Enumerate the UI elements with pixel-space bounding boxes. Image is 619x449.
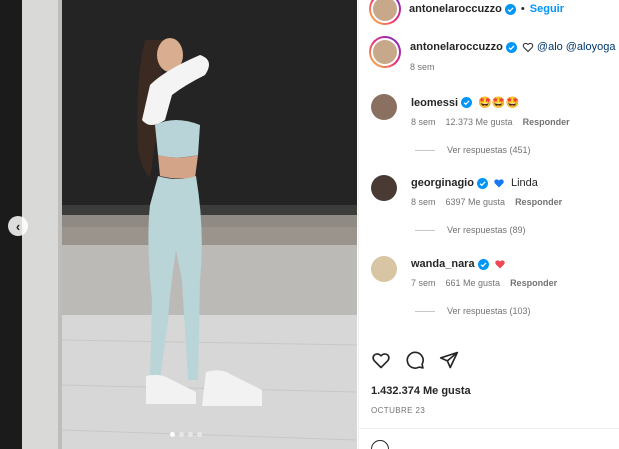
follow-button[interactable]: Seguir xyxy=(530,3,564,15)
heart-outline-icon xyxy=(522,42,534,53)
comment-time: 7 sem xyxy=(411,278,436,288)
commenter-username[interactable]: leomessi xyxy=(411,97,458,109)
post-photo xyxy=(0,0,357,449)
mention-link[interactable]: @aloyoga xyxy=(566,41,616,53)
post-media[interactable]: ‹ xyxy=(0,0,357,449)
post-actions xyxy=(371,350,459,370)
post-caption: antonelaroccuzzo @alo @aloyoga 8 sem xyxy=(369,36,619,72)
divider xyxy=(359,428,619,429)
author-avatar[interactable] xyxy=(369,0,401,25)
replies-line xyxy=(415,310,435,312)
comment-item: georginagio Linda 8 sem 6397 Me gusta Re… xyxy=(371,175,619,207)
view-replies-label: Ver respuestas (451) xyxy=(447,145,531,155)
author-username[interactable]: antonelaroccuzzo xyxy=(409,3,502,15)
comment-likes[interactable]: 6397 Me gusta xyxy=(446,197,506,207)
red-heart-icon xyxy=(494,260,505,269)
post-header: antonelaroccuzzo • Seguir xyxy=(369,0,619,25)
carousel-dot xyxy=(170,432,175,437)
heart-icon[interactable] xyxy=(371,350,391,370)
post-date: OCTUBRE 23 xyxy=(371,406,426,415)
view-replies-button[interactable]: Ver respuestas (103) xyxy=(415,306,531,316)
carousel-dot xyxy=(197,432,202,437)
commenter-username[interactable]: georginagio xyxy=(411,177,474,189)
comment-item: leomessi 🤩🤩🤩 8 sem 12.373 Me gusta Respo… xyxy=(371,94,619,127)
verified-badge-icon xyxy=(505,41,517,53)
commenter-username[interactable]: wanda_nara xyxy=(411,258,475,270)
replies-line xyxy=(415,229,435,231)
replies-line xyxy=(415,149,435,151)
view-replies-button[interactable]: Ver respuestas (89) xyxy=(415,225,526,235)
emoji-icon[interactable] xyxy=(371,440,389,449)
carousel-dot xyxy=(179,432,184,437)
comment-item: wanda_nara 7 sem 661 Me gusta Responder xyxy=(371,256,619,288)
share-icon[interactable] xyxy=(439,350,459,370)
commenter-avatar[interactable] xyxy=(371,256,397,282)
commenter-avatar[interactable] xyxy=(371,94,397,120)
chevron-left-icon: ‹ xyxy=(15,218,21,234)
verified-badge-icon xyxy=(461,97,473,108)
comment-time: 8 sem xyxy=(411,117,436,127)
previous-slide-button[interactable]: ‹ xyxy=(8,216,28,236)
verified-badge-icon xyxy=(476,177,488,189)
caption-author-username[interactable]: antonelaroccuzzo xyxy=(410,41,503,53)
comment-icon[interactable] xyxy=(405,350,425,370)
carousel-dot xyxy=(188,432,193,437)
carousel-indicator xyxy=(170,432,202,437)
caption-author-avatar[interactable] xyxy=(369,36,401,68)
view-replies-label: Ver respuestas (103) xyxy=(447,306,531,316)
commenter-avatar[interactable] xyxy=(371,175,397,201)
comment-text: Linda xyxy=(510,177,538,189)
view-replies-button[interactable]: Ver respuestas (451) xyxy=(415,145,531,155)
verified-badge-icon xyxy=(477,258,489,270)
mention-link[interactable]: @alo xyxy=(537,41,563,53)
comment-text: 🤩🤩🤩 xyxy=(478,97,520,109)
verified-badge-icon xyxy=(504,3,516,15)
comment-time: 8 sem xyxy=(411,197,436,207)
comment-likes[interactable]: 661 Me gusta xyxy=(446,278,501,288)
reply-button[interactable]: Responder xyxy=(523,117,570,127)
likes-count[interactable]: 1.432.374 Me gusta xyxy=(371,385,471,397)
caption-time: 8 sem xyxy=(410,62,435,72)
reply-button[interactable]: Responder xyxy=(510,278,557,288)
reply-button[interactable]: Responder xyxy=(515,197,562,207)
comment-likes[interactable]: 12.373 Me gusta xyxy=(446,117,513,127)
blue-heart-icon xyxy=(494,179,504,188)
view-replies-label: Ver respuestas (89) xyxy=(447,225,526,235)
separator-dot: • xyxy=(520,3,525,15)
post-details-panel: antonelaroccuzzo • Seguir antonelaroccuz… xyxy=(358,0,619,449)
